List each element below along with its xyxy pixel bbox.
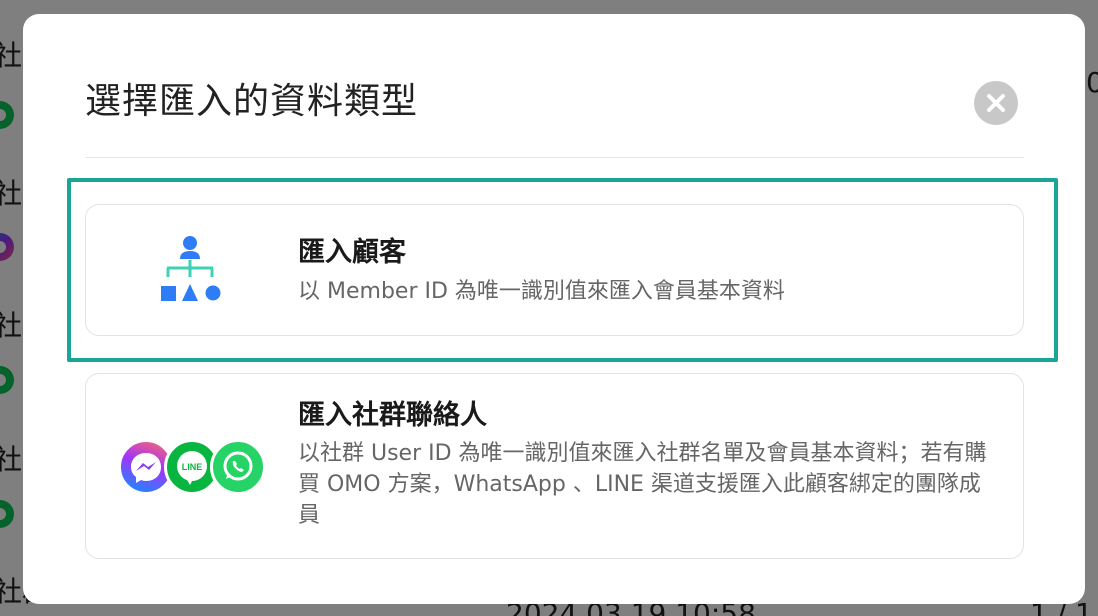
dialog-title: 選擇匯入的資料類型 — [85, 81, 419, 122]
whatsapp-icon — [210, 439, 266, 495]
line-icon-text: LINE — [182, 462, 203, 472]
close-icon — [987, 94, 1005, 112]
social-channel-icons: LINE — [118, 439, 268, 495]
option-title: 匯入社群聯絡人 — [298, 400, 487, 431]
title-divider — [85, 157, 1024, 158]
option-title: 匯入顧客 — [298, 237, 406, 268]
option-description: 以 Member ID 為唯一識別值來匯入會員基本資料 — [298, 279, 785, 304]
close-button[interactable] — [974, 81, 1018, 125]
option-description: 以社群 User ID 為唯一識別值來匯入社群名單及會員基本資料；若有購買 OM… — [298, 441, 987, 528]
option-import-social-contacts[interactable]: LINE 匯入社群聯絡人 以社群 User ID 為唯一識別值來匯入社群名單及會… — [85, 373, 1024, 559]
option-import-customers[interactable]: 匯入顧客 以 Member ID 為唯一識別值來匯入會員基本資料 — [85, 204, 1024, 336]
hierarchy-icon — [158, 235, 222, 309]
import-type-dialog: 選擇匯入的資料類型 匯入顧客 以 Member ID 為唯一識別值來匯入會員基本… — [23, 14, 1085, 604]
